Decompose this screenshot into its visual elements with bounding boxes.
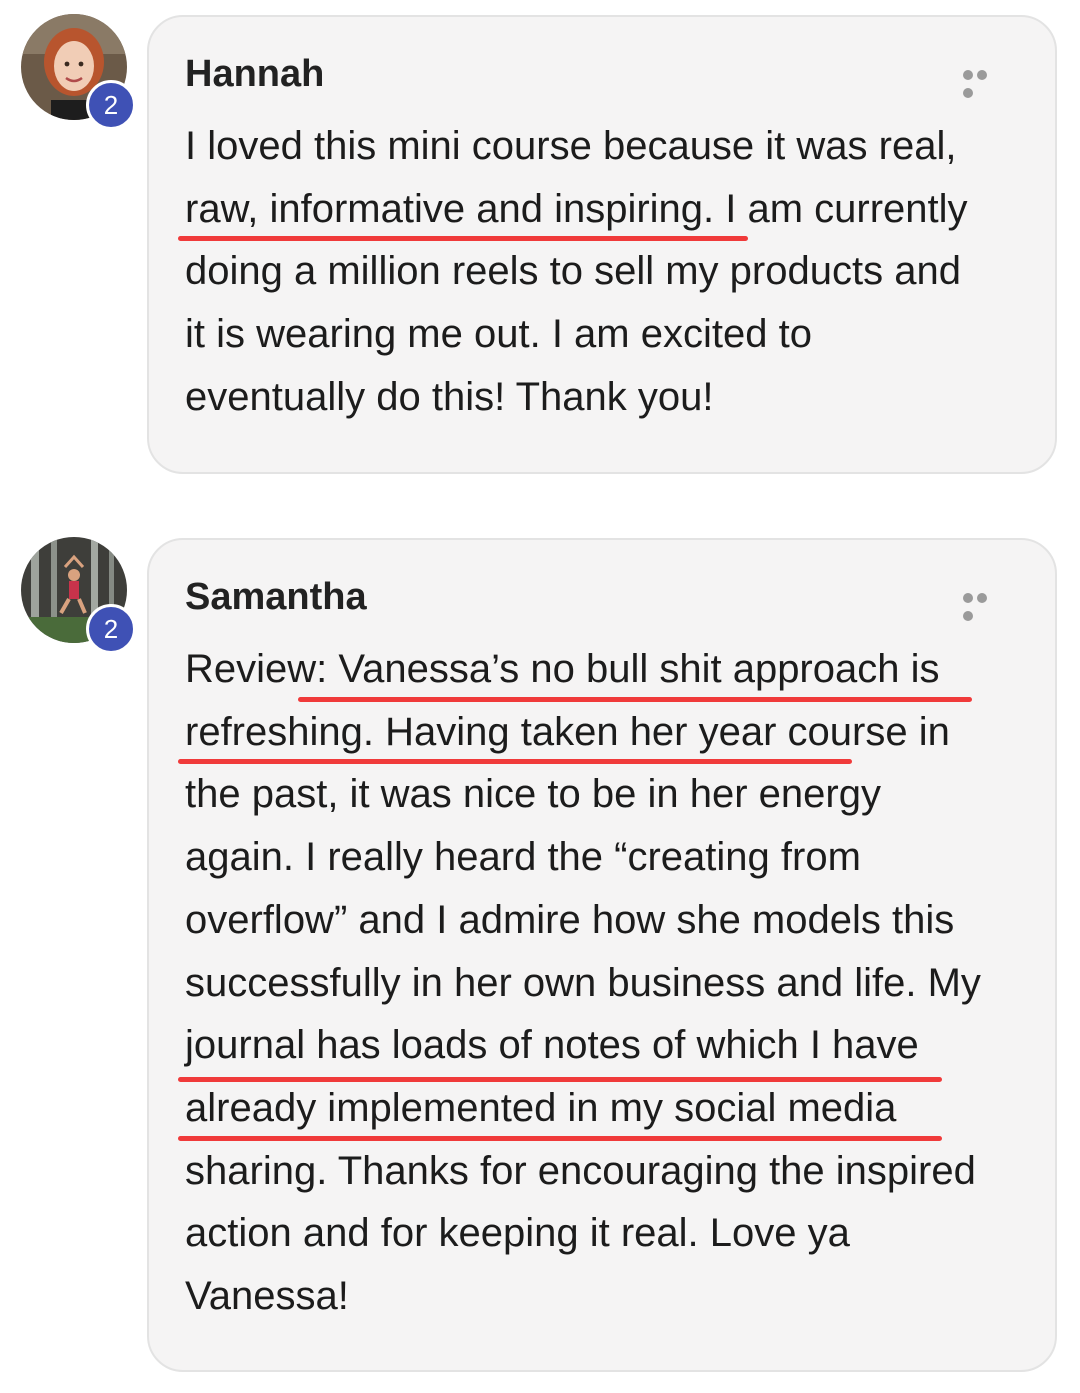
author-name[interactable]: Samantha [185, 576, 367, 619]
more-options-icon[interactable] [963, 67, 1003, 98]
highlight-underline [178, 1077, 942, 1082]
notification-badge: 2 [86, 604, 136, 654]
highlight-underline [178, 236, 748, 241]
highlight-underline [298, 697, 972, 702]
comment-text: Review: Vanessa’s no bull shit approach … [185, 647, 981, 1319]
more-options-icon[interactable] [963, 590, 1003, 621]
highlight-underline [178, 1136, 942, 1141]
comment-card: Samantha Review: Vanessa’s no bull shit … [147, 538, 1057, 1372]
notification-badge: 2 [86, 80, 136, 130]
highlight-underline [178, 759, 852, 764]
comment-card: Hannah I loved this mini course because … [147, 15, 1057, 474]
comment-text: I loved this mini course because it was … [185, 124, 968, 419]
author-name[interactable]: Hannah [185, 53, 324, 96]
